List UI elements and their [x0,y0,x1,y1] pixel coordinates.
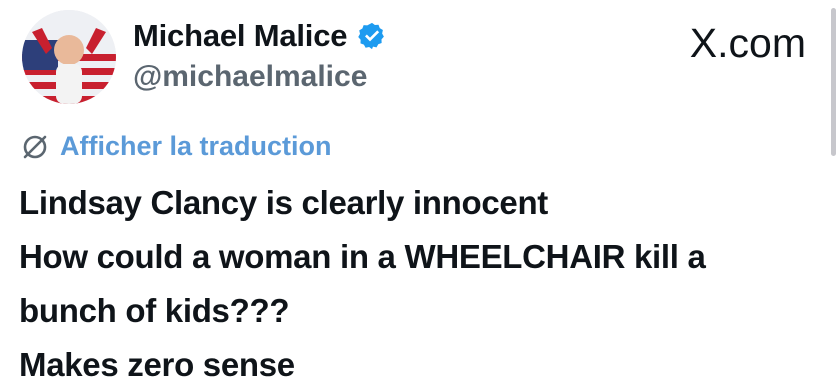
author-name-row[interactable]: Michael Malice [133,18,387,54]
translate-label[interactable]: Afficher la traduction [60,131,332,162]
tweet-line: Lindsay Clancy is clearly innocent [19,184,548,221]
scrollbar[interactable] [831,8,836,156]
author-display-name[interactable]: Michael Malice [133,18,347,54]
translate-link[interactable]: Afficher la traduction [20,131,332,162]
translate-globe-icon [20,132,50,162]
verified-badge-icon [357,21,387,51]
avatar-image [22,10,116,104]
tweet-line: How could a woman in a WHEELCHAIR kill a [19,238,706,275]
avatar[interactable] [22,10,116,104]
tweet-line: bunch of kids??? [19,292,290,329]
author-handle[interactable]: @michaelmalice [133,60,367,94]
brand-label: X.com [689,20,806,66]
tweet-text: Lindsay Clancy is clearly innocent How c… [19,176,819,392]
tweet-line: Makes zero sense [19,346,295,383]
